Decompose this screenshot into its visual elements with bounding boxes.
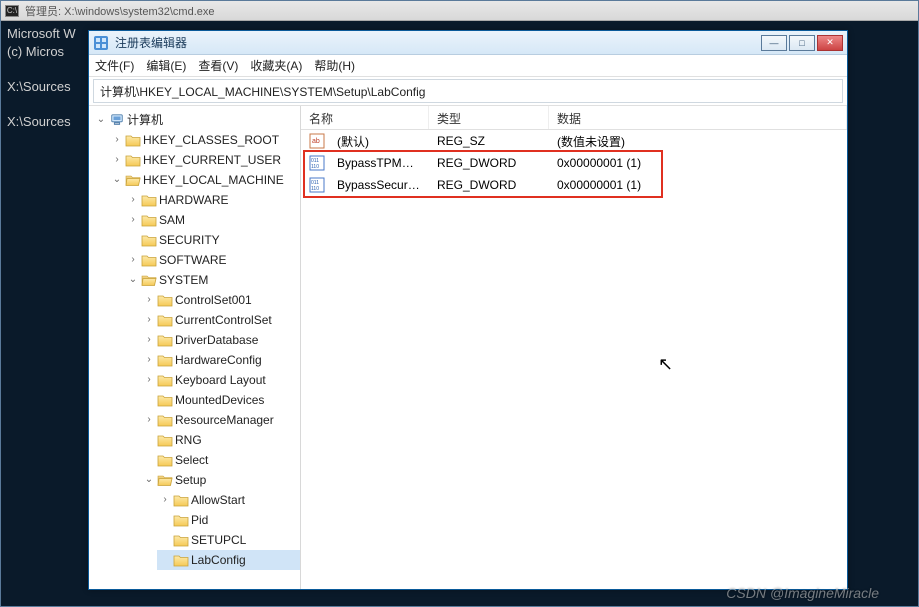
chevron-right-icon[interactable]: › — [143, 354, 155, 366]
string-value-icon — [309, 133, 325, 149]
address-text: 计算机\HKEY_LOCAL_MACHINE\SYSTEM\Setup\LabC… — [100, 83, 425, 100]
regedit-window: 注册表编辑器 — □ ✕ 文件(F) 编辑(E) 查看(V) 收藏夹(A) 帮助… — [88, 30, 848, 590]
folder-icon — [157, 313, 173, 327]
address-bar[interactable]: 计算机\HKEY_LOCAL_MACHINE\SYSTEM\Setup\LabC… — [93, 79, 843, 103]
folder-icon — [141, 213, 157, 227]
menu-edit[interactable]: 编辑(E) — [146, 57, 186, 74]
chevron-down-icon[interactable]: ⌄ — [95, 114, 107, 126]
list-row[interactable]: (默认) REG_SZ (数值未设置) — [301, 130, 847, 152]
values-pane[interactable]: 名称 类型 数据 (默认) REG_SZ (数值未设置) BypassTPMCh… — [301, 106, 847, 589]
cmd-title: 管理员: X:\windows\system32\cmd.exe — [25, 3, 215, 19]
chevron-right-icon[interactable]: › — [143, 374, 155, 386]
chevron-right-icon[interactable]: › — [143, 294, 155, 306]
cmd-titlebar[interactable]: C:\ 管理员: X:\windows\system32\cmd.exe — [1, 1, 918, 21]
folder-icon — [141, 253, 157, 267]
close-button[interactable]: ✕ — [817, 35, 843, 51]
folder-icon — [157, 433, 173, 447]
tree-select[interactable]: Select — [141, 450, 300, 470]
tree-setup[interactable]: ⌄Setup — [141, 470, 300, 490]
folder-icon — [141, 233, 157, 247]
chevron-down-icon[interactable]: ⌄ — [111, 174, 123, 186]
tree-software[interactable]: ›SOFTWARE — [125, 250, 300, 270]
folder-icon — [173, 533, 189, 547]
maximize-button[interactable]: □ — [789, 35, 815, 51]
folder-open-icon — [125, 173, 141, 187]
watermark-text: CSDN @ImagineMiracle — [726, 585, 879, 601]
tree-hkcr[interactable]: ›HKEY_CLASSES_ROOT — [109, 130, 300, 150]
folder-icon — [125, 133, 141, 147]
tree-currentcontrolset[interactable]: ›CurrentControlSet — [141, 310, 300, 330]
tree-sam[interactable]: ›SAM — [125, 210, 300, 230]
tree-root[interactable]: ⌄ 计算机 — [93, 110, 300, 130]
menu-file[interactable]: 文件(F) — [95, 57, 134, 74]
dword-value-icon — [309, 177, 325, 193]
tree-hklm[interactable]: ⌄HKEY_LOCAL_MACHINE — [109, 170, 300, 190]
chevron-right-icon[interactable]: › — [127, 194, 139, 206]
regedit-titlebar[interactable]: 注册表编辑器 — □ ✕ — [89, 31, 847, 55]
folder-open-icon — [141, 273, 157, 287]
folder-icon — [141, 193, 157, 207]
regedit-title: 注册表编辑器 — [115, 34, 761, 51]
tree-resourcemanager[interactable]: ›ResourceManager — [141, 410, 300, 430]
tree-driverdatabase[interactable]: ›DriverDatabase — [141, 330, 300, 350]
list-rows: (默认) REG_SZ (数值未设置) BypassTPMCh... REG_D… — [301, 130, 847, 589]
tree-allowstart[interactable]: ›AllowStart — [157, 490, 300, 510]
menu-help[interactable]: 帮助(H) — [314, 57, 355, 74]
list-row[interactable]: BypassSecure... REG_DWORD 0x00000001 (1) — [301, 174, 847, 196]
folder-icon — [173, 513, 189, 527]
folder-icon — [157, 353, 173, 367]
folder-icon — [157, 453, 173, 467]
chevron-right-icon[interactable]: › — [143, 414, 155, 426]
mouse-cursor-icon: ↖ — [658, 354, 673, 375]
tree-system[interactable]: ⌄SYSTEM — [125, 270, 300, 290]
computer-icon — [109, 113, 125, 127]
tree-hardwareconfig[interactable]: ›HardwareConfig — [141, 350, 300, 370]
folder-icon — [157, 293, 173, 307]
tree-keyboardlayout[interactable]: ›Keyboard Layout — [141, 370, 300, 390]
tree-setupcl[interactable]: SETUPCL — [157, 530, 300, 550]
folder-icon — [125, 153, 141, 167]
folder-icon — [157, 393, 173, 407]
list-header: 名称 类型 数据 — [301, 106, 847, 130]
chevron-right-icon[interactable]: › — [127, 214, 139, 226]
tree-rng[interactable]: RNG — [141, 430, 300, 450]
folder-icon — [173, 493, 189, 507]
tree-hardware[interactable]: ›HARDWARE — [125, 190, 300, 210]
chevron-right-icon[interactable]: › — [143, 334, 155, 346]
menu-favorites[interactable]: 收藏夹(A) — [250, 57, 302, 74]
column-name[interactable]: 名称 — [301, 106, 429, 129]
chevron-right-icon[interactable]: › — [111, 154, 123, 166]
tree-pid[interactable]: Pid — [157, 510, 300, 530]
tree-labconfig[interactable]: LabConfig — [157, 550, 300, 570]
tree-hkcu[interactable]: ›HKEY_CURRENT_USER — [109, 150, 300, 170]
chevron-down-icon[interactable]: ⌄ — [127, 274, 139, 286]
chevron-right-icon[interactable]: › — [143, 314, 155, 326]
cmd-icon: C:\ — [5, 5, 19, 17]
tree-controlset001[interactable]: ›ControlSet001 — [141, 290, 300, 310]
tree-pane[interactable]: ⌄ 计算机 ›HKEY_CLASSES_ROOT ›HKEY_CURRENT_U… — [89, 106, 301, 589]
column-type[interactable]: 类型 — [429, 106, 549, 129]
folder-icon — [157, 373, 173, 387]
list-row[interactable]: BypassTPMCh... REG_DWORD 0x00000001 (1) — [301, 152, 847, 174]
menubar: 文件(F) 编辑(E) 查看(V) 收藏夹(A) 帮助(H) — [89, 55, 847, 77]
tree-mounteddevices[interactable]: MountedDevices — [141, 390, 300, 410]
minimize-button[interactable]: — — [761, 35, 787, 51]
chevron-right-icon[interactable]: › — [111, 134, 123, 146]
menu-view[interactable]: 查看(V) — [198, 57, 238, 74]
chevron-down-icon[interactable]: ⌄ — [143, 474, 155, 486]
folder-icon — [157, 333, 173, 347]
column-data[interactable]: 数据 — [549, 106, 847, 129]
chevron-right-icon[interactable]: › — [159, 494, 171, 506]
folder-icon — [173, 553, 189, 567]
dword-value-icon — [309, 155, 325, 171]
tree-security[interactable]: SECURITY — [125, 230, 300, 250]
regedit-app-icon — [93, 35, 109, 51]
chevron-right-icon[interactable]: › — [127, 254, 139, 266]
folder-open-icon — [157, 473, 173, 487]
folder-icon — [157, 413, 173, 427]
